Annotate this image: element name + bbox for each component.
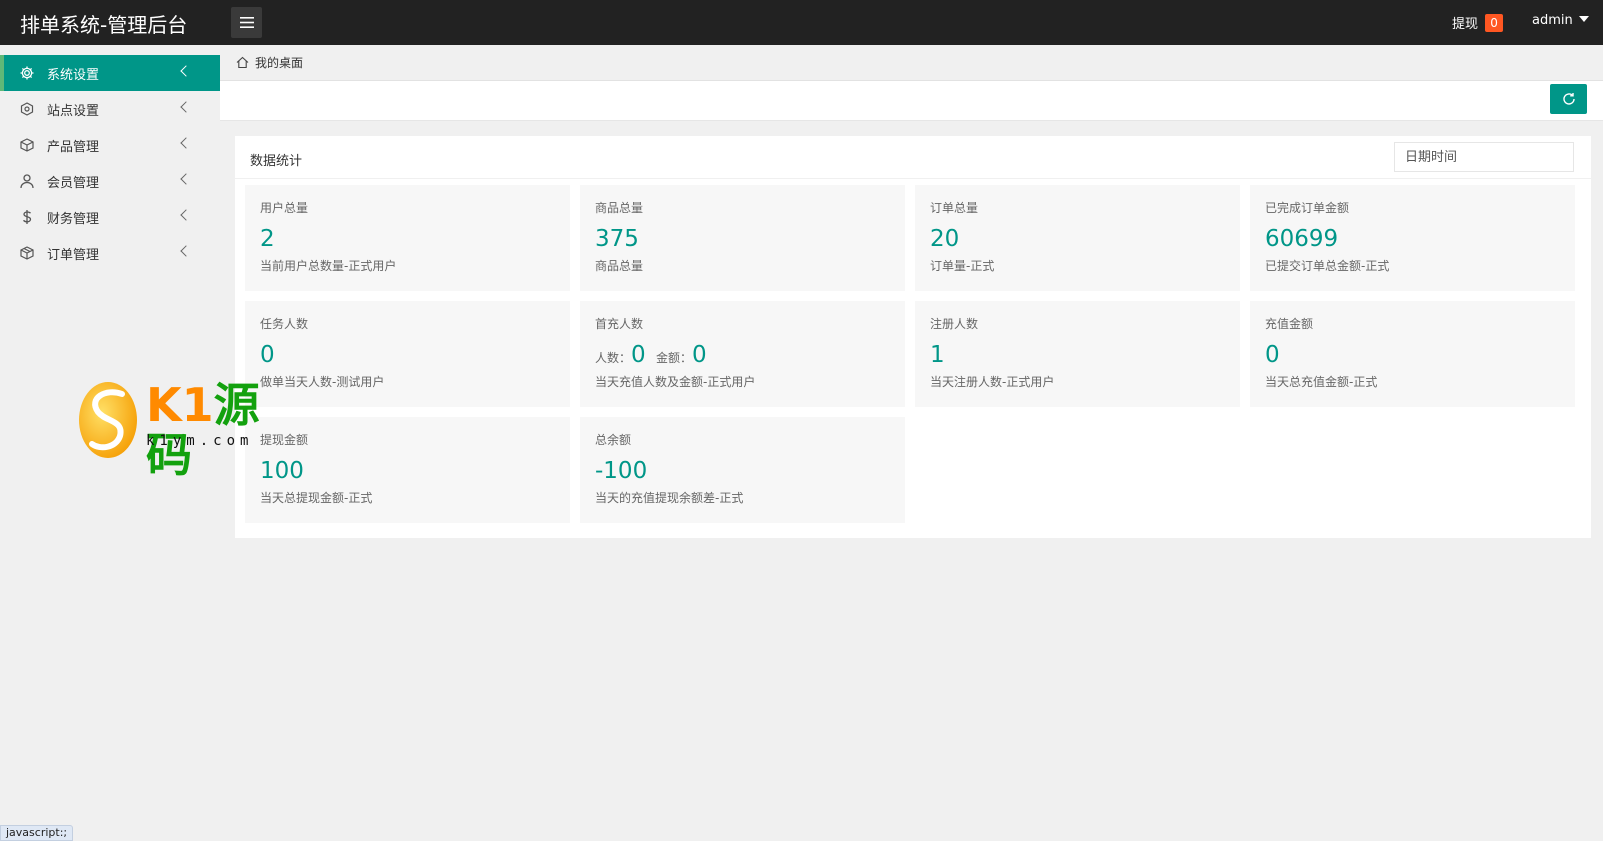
stat-value: 1 (930, 342, 945, 368)
stats-panel: 数据统计 用户总量 2 当前用户总数量-正式用户 商品总量 375 商品总量 订… (235, 136, 1591, 538)
sidebar-item-system-settings[interactable]: 系统设置 (0, 55, 220, 91)
watermark-swirl-icon (79, 382, 137, 458)
sidebar-item-label: 站点设置 (47, 103, 100, 119)
stat-card-total-orders: 订单总量 20 订单量-正式 (915, 185, 1240, 291)
stat-desc: 做单当天人数-测试用户 (260, 375, 385, 389)
stat-desc: 当天充值人数及金额-正式用户 (595, 375, 756, 389)
stat-desc: 已提交订单总金额-正式 (1265, 259, 1390, 273)
top-header: 排单系统-管理后台 提现 0 admin (0, 0, 1603, 45)
stat-label: 提现金额 (260, 433, 309, 447)
stat-desc: 当天注册人数-正式用户 (930, 375, 1055, 389)
box-icon (18, 136, 36, 154)
people-value: 0 (631, 342, 646, 368)
people-label: 人数： (595, 351, 632, 365)
stat-desc: 订单量-正式 (930, 259, 995, 273)
watermark-text: K1源码 (146, 380, 288, 480)
stat-value: -100 (595, 458, 648, 484)
chevron-left-icon (180, 137, 192, 149)
chevron-left-icon (180, 245, 192, 257)
chevron-left-icon (180, 65, 192, 77)
home-icon (236, 56, 249, 69)
sidebar-item-finance-management[interactable]: 财务管理 (0, 199, 220, 235)
menu-toggle-button[interactable] (231, 7, 262, 38)
sidebar-item-label: 系统设置 (47, 67, 100, 83)
chevron-left-icon (180, 173, 192, 185)
app-title: 排单系统-管理后台 (20, 13, 188, 37)
sidebar-item-site-settings[interactable]: 站点设置 (0, 91, 220, 127)
stat-desc: 当天的充值提现余额差-正式 (595, 491, 744, 505)
stat-value: 0 (1265, 342, 1280, 368)
stat-card-total-products: 商品总量 375 商品总量 (580, 185, 905, 291)
stat-label: 任务人数 (260, 317, 309, 331)
chevron-left-icon (180, 209, 192, 221)
stat-card-withdraw-amount: 提现金额 100 当天总提现金额-正式 (245, 417, 570, 523)
hamburger-icon (239, 17, 254, 28)
amount-label: 金额： (655, 351, 692, 365)
stat-value: 375 (595, 226, 639, 252)
stat-card-total-balance: 总余额 -100 当天的充值提现余额差-正式 (580, 417, 905, 523)
sidebar-item-product-management[interactable]: 产品管理 (0, 127, 220, 163)
stat-label: 首充人数 (595, 317, 644, 331)
stat-value: 2 (260, 226, 275, 252)
watermark-url: k1ym.com (146, 433, 254, 449)
user-name: admin (1532, 13, 1573, 28)
stat-card-first-recharge: 首充人数 人数：0 金额：0 当天充值人数及金额-正式用户 (580, 301, 905, 407)
withdraw-label: 提现 (1452, 17, 1479, 32)
refresh-button[interactable] (1550, 84, 1587, 114)
stat-value: 100 (260, 458, 304, 484)
stat-card-total-users: 用户总量 2 当前用户总数量-正式用户 (245, 185, 570, 291)
status-bar-link-preview: javascript:; (0, 825, 74, 841)
withdraw-count-badge: 0 (1485, 13, 1504, 32)
stat-desc: 商品总量 (595, 259, 644, 273)
sidebar-item-label: 订单管理 (47, 247, 100, 263)
stat-desc: 当前用户总数量-正式用户 (260, 259, 397, 273)
gear-icon (18, 64, 36, 82)
date-time-input[interactable] (1394, 142, 1574, 172)
dollar-icon (18, 208, 36, 226)
cube-icon (18, 244, 36, 262)
panel-title: 数据统计 (250, 154, 303, 169)
stat-card-registrations: 注册人数 1 当天注册人数-正式用户 (915, 301, 1240, 407)
stat-value: 0 (260, 342, 275, 368)
stat-card-completed-order-amount: 已完成订单金额 60699 已提交订单总金额-正式 (1250, 185, 1575, 291)
amount-value: 0 (691, 342, 707, 368)
breadcrumb: 我的桌面 (220, 45, 1603, 81)
chevron-left-icon (180, 101, 192, 113)
watermark-logo: K1源码 k1ym.com (78, 380, 288, 480)
stat-card-recharge-amount: 充值金额 0 当天总充值金额-正式 (1250, 301, 1575, 407)
tab-my-desktop[interactable]: 我的桌面 (255, 54, 303, 71)
stat-label: 总余额 (595, 433, 632, 447)
stat-value: 60699 (1265, 226, 1339, 252)
stat-desc: 当天总提现金额-正式 (260, 491, 373, 505)
site-icon (18, 100, 36, 118)
user-icon (18, 172, 36, 190)
sidebar-item-label: 会员管理 (47, 175, 100, 191)
stat-label: 注册人数 (930, 317, 979, 331)
stat-value: 人数：0 金额：0 (595, 340, 890, 370)
sidebar-item-order-management[interactable]: 订单管理 (0, 235, 220, 271)
stat-card-task-users: 任务人数 0 做单当天人数-测试用户 (245, 301, 570, 407)
stat-label: 充值金额 (1265, 317, 1314, 331)
withdraw-link[interactable]: 提现 0 (1452, 13, 1504, 32)
user-menu[interactable]: admin (1532, 13, 1589, 28)
stat-desc: 当天总充值金额-正式 (1265, 375, 1378, 389)
stat-label: 用户总量 (260, 201, 309, 215)
stat-label: 商品总量 (595, 201, 644, 215)
sidebar-item-label: 财务管理 (47, 211, 100, 227)
refresh-icon (1562, 93, 1575, 105)
stats-panel-header: 数据统计 (235, 136, 1591, 179)
caret-down-icon (1578, 16, 1589, 22)
stat-label: 已完成订单金额 (1265, 201, 1350, 215)
stat-value: 20 (930, 226, 960, 252)
sidebar-item-member-management[interactable]: 会员管理 (0, 163, 220, 199)
toolbar (220, 81, 1603, 121)
sidebar-item-label: 产品管理 (47, 139, 100, 155)
stat-label: 订单总量 (930, 201, 979, 215)
watermark-brand: K1 (146, 378, 214, 432)
